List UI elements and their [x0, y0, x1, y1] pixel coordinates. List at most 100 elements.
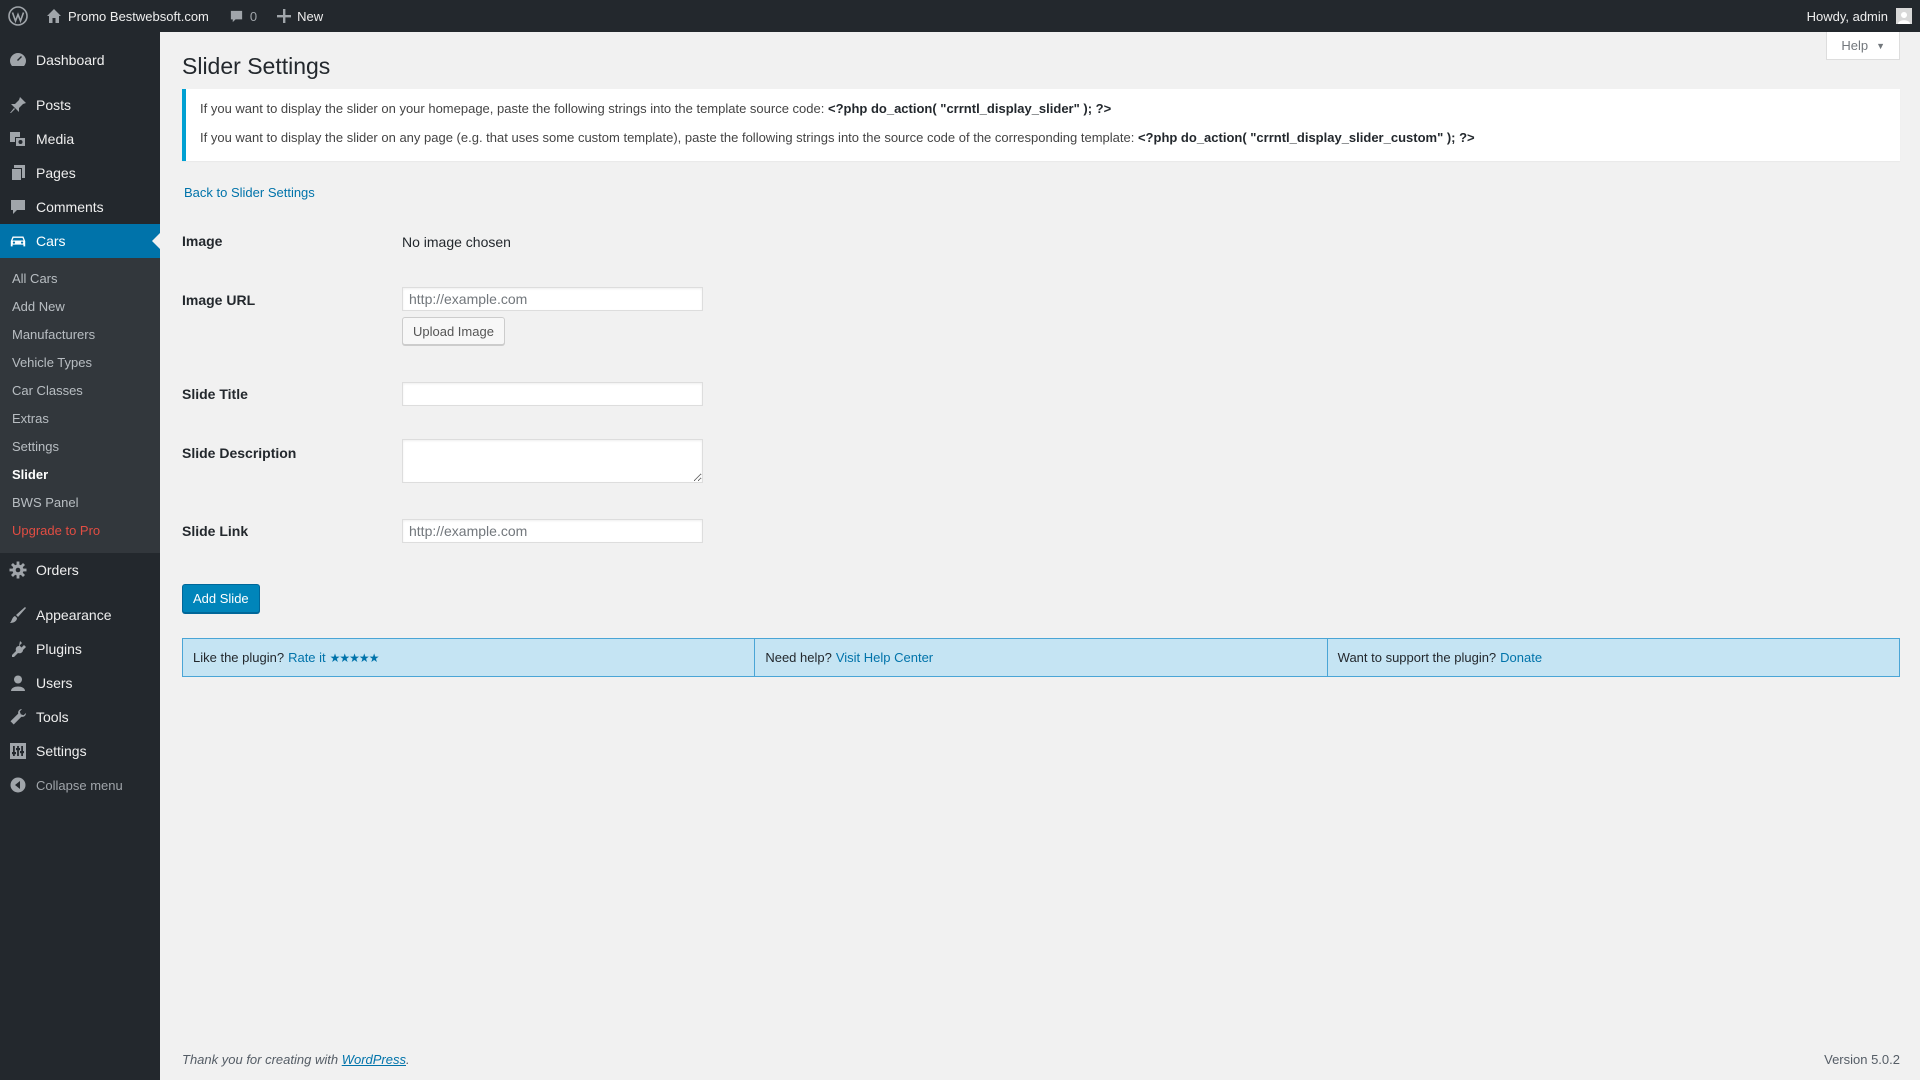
submenu-add-new[interactable]: Add New — [0, 293, 160, 321]
plus-icon — [277, 9, 292, 23]
image-url-input[interactable] — [402, 287, 703, 311]
sidebar-item-orders[interactable]: Orders — [0, 553, 160, 587]
sidebar-item-dashboard[interactable]: Dashboard — [0, 43, 160, 77]
wordpress-logo-icon — [8, 6, 28, 26]
notice-line-custom: If you want to display the slider on any… — [200, 128, 1888, 147]
sidebar-item-settings[interactable]: Settings — [0, 734, 160, 768]
info-notice: If you want to display the slider on you… — [182, 89, 1900, 161]
pages-icon — [11, 165, 25, 181]
help-center-cell: Need help? Visit Help Center — [755, 639, 1328, 676]
submenu-bws-panel[interactable]: BWS Panel — [0, 489, 160, 517]
need-help-text: Need help? — [765, 650, 832, 665]
collapse-menu-label: Collapse menu — [36, 777, 123, 793]
sidebar-label-tools: Tools — [36, 709, 69, 725]
admin-bar: Promo Bestwebsoft.com 0 New Howdy, admin — [0, 0, 1920, 32]
visit-help-center-link[interactable]: Visit Help Center — [836, 650, 933, 665]
image-label: Image — [182, 233, 223, 249]
back-to-slider-settings-link[interactable]: Back to Slider Settings — [184, 185, 315, 200]
site-name: Promo Bestwebsoft.com — [68, 8, 209, 24]
footer-thanks-suffix: . — [406, 1052, 410, 1067]
sidebar-item-plugins[interactable]: Plugins — [0, 632, 160, 666]
footer-thanks: Thank you for creating with WordPress. — [182, 1052, 410, 1067]
sidebar-label-orders: Orders — [36, 562, 79, 578]
paintbrush-icon — [10, 607, 26, 623]
sidebar-label-dashboard: Dashboard — [36, 52, 105, 68]
gear-icon — [9, 561, 27, 579]
cars-submenu: All Cars Add New Manufacturers Vehicle T… — [0, 258, 160, 553]
image-url-label: Image URL — [182, 292, 256, 308]
support-plugin-text: Want to support the plugin? — [1337, 650, 1497, 665]
sidebar-label-pages: Pages — [36, 165, 76, 181]
sidebar-item-pages[interactable]: Pages — [0, 156, 160, 190]
add-slide-button[interactable]: Add Slide — [182, 584, 260, 613]
notice-text-homepage: If you want to display the slider on you… — [200, 101, 828, 116]
comment-bubble-icon — [230, 10, 243, 22]
sidebar-item-cars[interactable]: Cars — [0, 224, 160, 258]
submenu-slider[interactable]: Slider — [0, 461, 160, 489]
caret-down-icon: ▼ — [1876, 40, 1885, 51]
collapse-menu-button[interactable]: Collapse menu — [0, 768, 160, 802]
my-account-link[interactable]: Howdy, admin — [1797, 0, 1920, 32]
sidebar-item-comments[interactable]: Comments — [0, 190, 160, 224]
sidebar-label-users: Users — [36, 675, 73, 691]
notice-text-custom: If you want to display the slider on any… — [200, 130, 1138, 145]
sidebar-item-appearance[interactable]: Appearance — [0, 598, 160, 632]
admin-sidebar: Dashboard Posts Media Pages Comments Car… — [0, 32, 160, 1080]
sidebar-label-cars: Cars — [36, 233, 66, 249]
new-content-link[interactable]: New — [267, 0, 333, 32]
notice-code-custom: <?php do_action( "crrntl_display_slider_… — [1137, 130, 1475, 145]
plugin-promo-bar: Like the plugin? Rate it ★★★★★ Need help… — [182, 638, 1900, 677]
help-tab-button[interactable]: Help ▼ — [1826, 32, 1900, 60]
sidebar-item-tools[interactable]: Tools — [0, 700, 160, 734]
slide-description-textarea[interactable] — [402, 439, 703, 483]
sidebar-item-media[interactable]: Media — [0, 122, 160, 156]
submenu-extras[interactable]: Extras — [0, 405, 160, 433]
rate-it-link[interactable]: Rate it — [288, 650, 326, 665]
notice-code-homepage: <?php do_action( "crrntl_display_slider"… — [827, 101, 1112, 116]
user-avatar-icon — [1898, 12, 1910, 24]
sidebar-label-media: Media — [36, 131, 75, 147]
rating-stars-icon[interactable]: ★★★★★ — [330, 651, 380, 665]
user-icon — [11, 675, 25, 691]
donate-cell: Want to support the plugin? Donate — [1328, 639, 1899, 676]
slide-title-label: Slide Title — [182, 386, 248, 402]
wordpress-logo-menu[interactable] — [0, 0, 36, 32]
submenu-manufacturers[interactable]: Manufacturers — [0, 321, 160, 349]
image-value: No image chosen — [402, 234, 511, 250]
home-icon — [47, 9, 61, 23]
slide-link-input[interactable] — [402, 519, 703, 543]
pushpin-icon — [10, 97, 26, 113]
submenu-upgrade-to-pro[interactable]: Upgrade to Pro — [0, 517, 160, 545]
page-title: Slider Settings — [182, 53, 331, 79]
sidebar-item-users[interactable]: Users — [0, 666, 160, 700]
help-label: Help — [1841, 38, 1869, 53]
submenu-all-cars[interactable]: All Cars — [0, 265, 160, 293]
submenu-settings[interactable]: Settings — [0, 433, 160, 461]
sidebar-label-settings: Settings — [36, 743, 87, 759]
car-icon — [10, 236, 26, 247]
slide-link-label: Slide Link — [182, 523, 249, 539]
slide-title-input[interactable] — [402, 382, 703, 406]
submenu-car-classes[interactable]: Car Classes — [0, 377, 160, 405]
submenu-vehicle-types[interactable]: Vehicle Types — [0, 349, 160, 377]
like-plugin-text: Like the plugin? — [193, 650, 285, 665]
new-label: New — [297, 8, 324, 24]
sidebar-label-comments: Comments — [36, 199, 104, 215]
sidebar-label-plugins: Plugins — [36, 641, 82, 657]
notice-line-homepage: If you want to display the slider on you… — [200, 99, 1888, 118]
donate-link[interactable]: Donate — [1500, 650, 1542, 665]
plugin-icon — [12, 641, 26, 657]
sidebar-item-posts[interactable]: Posts — [0, 88, 160, 122]
sidebar-label-posts: Posts — [36, 97, 72, 113]
main-content: Help ▼ Slider Settings If you want to di… — [160, 32, 1920, 1080]
site-name-link[interactable]: Promo Bestwebsoft.com — [36, 0, 219, 32]
footer-version: Version 5.0.2 — [1824, 1052, 1900, 1067]
sidebar-label-appearance: Appearance — [36, 607, 112, 623]
wordpress-link[interactable]: WordPress — [342, 1052, 406, 1067]
rate-plugin-cell: Like the plugin? Rate it ★★★★★ — [183, 639, 756, 676]
dashboard-gauge-icon — [10, 53, 26, 66]
footer-thanks-text: Thank you for creating with — [182, 1052, 342, 1067]
upload-image-button[interactable]: Upload Image — [402, 317, 505, 345]
wrench-icon — [10, 709, 26, 725]
comments-link[interactable]: 0 — [219, 0, 267, 32]
